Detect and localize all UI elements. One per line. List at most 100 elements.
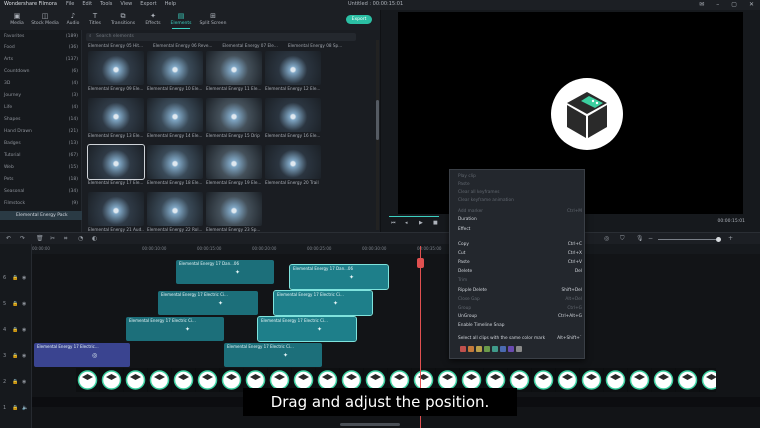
track-header[interactable]: 3 🔒 ◉ <box>0 344 32 370</box>
undo-icon[interactable]: ↶ <box>6 235 11 242</box>
element-thumbnail[interactable]: Elemental Energy 17 Ele... <box>87 144 145 189</box>
render-icon[interactable]: ◎ <box>604 235 609 242</box>
timeline-ruler[interactable]: 00:00:00 00:00:10:00 00:00:15:00 00:00:2… <box>32 244 760 254</box>
speed-icon[interactable]: ◔ <box>78 235 83 242</box>
maximize-icon[interactable]: ▢ <box>731 1 737 8</box>
element-thumbnail[interactable]: Elemental Energy 19 Ele... <box>206 145 262 189</box>
timeline-clip[interactable]: Elemental Energy 17 Electric Ci... ✦ <box>158 291 258 315</box>
element-thumbnail[interactable]: Elemental Energy 09 Ele... <box>88 51 144 95</box>
color-mark-swatch[interactable] <box>476 346 482 352</box>
timeline-clip[interactable]: Elemental Energy 17 Electric Ci... ✦ <box>257 316 357 342</box>
sidebar-item-selected[interactable]: Elemental Energy Pack <box>0 211 82 220</box>
sidebar-item[interactable]: Web (15) <box>4 163 78 172</box>
sidebar-item[interactable]: Seasonal (34) <box>4 187 78 196</box>
menu-tools[interactable]: Tools <box>100 1 112 7</box>
zoom-slider-handle[interactable] <box>716 237 721 242</box>
tab-titles[interactable]: T Titles <box>80 12 110 29</box>
color-mark-swatch[interactable] <box>492 346 498 352</box>
context-menu-item[interactable]: Enable Timeline Snap <box>458 322 582 330</box>
eye-icon[interactable]: ◉ <box>22 353 26 359</box>
context-menu-item[interactable]: Clear keyframe animation <box>458 197 582 205</box>
element-thumbnail[interactable]: Elemental Energy 18 Ele... <box>147 145 203 189</box>
redo-icon[interactable]: ↷ <box>20 235 25 242</box>
context-menu-item[interactable]: Ripple Delete Shift+Del <box>458 287 582 295</box>
sidebar-item[interactable]: Hand Drawn (21) <box>4 127 78 136</box>
element-thumbnail[interactable]: Elemental Energy 15 Drip <box>206 98 262 142</box>
tab-elements[interactable]: ▤ Elements <box>166 12 196 29</box>
library-scrollbar[interactable] <box>376 40 379 230</box>
element-thumbnail[interactable]: Elemental Energy 13 Ele... <box>88 98 144 142</box>
sidebar-item[interactable]: Shapes (14) <box>4 115 78 124</box>
speaker-icon[interactable]: 🔈 <box>22 405 28 411</box>
context-menu-item[interactable]: Close Gap Alt+Del <box>458 296 582 304</box>
element-thumbnail[interactable]: Elemental Energy 23 Sp... <box>206 192 262 236</box>
lock-icon[interactable]: 🔒 <box>12 353 18 359</box>
zoom-out-icon[interactable]: − <box>648 235 653 242</box>
element-thumbnail[interactable]: Elemental Energy 11 Ele... <box>206 51 262 95</box>
lock-icon[interactable]: 🔒 <box>12 301 18 307</box>
context-menu-item[interactable]: Cut Ctrl+X <box>458 250 582 258</box>
sidebar-item[interactable]: Food (36) <box>4 43 78 52</box>
track-header[interactable]: 5 🔒 ◉ <box>0 292 32 318</box>
element-thumbnail[interactable]: Elemental Energy 10 Ele... <box>147 51 203 95</box>
menu-help[interactable]: Help <box>165 1 176 7</box>
track-header[interactable]: 1 🔒 🔈 <box>0 396 32 422</box>
context-menu-item[interactable]: Paste <box>458 181 582 189</box>
timeline-clip[interactable]: Elemental Energy 17 Dan...06 ✦ <box>176 260 274 284</box>
element-thumbnail[interactable]: Elemental Energy 16 Ele... <box>265 98 321 142</box>
close-icon[interactable]: ✕ <box>749 1 754 8</box>
stop-icon[interactable]: ■ <box>433 220 438 226</box>
context-menu-item[interactable]: Duration <box>458 216 582 224</box>
export-button[interactable]: Export <box>346 15 372 24</box>
sidebar-item[interactable]: Badges (13) <box>4 139 78 148</box>
sidebar-item[interactable]: Pets (18) <box>4 175 78 184</box>
timeline-clip[interactable]: Elemental Energy 17 Electric Ci... ✦ <box>224 343 322 367</box>
element-thumbnail[interactable]: Elemental Energy 14 Ele... <box>147 98 203 142</box>
sidebar-item[interactable]: Filmstock (9) <box>4 199 78 208</box>
search-input[interactable]: ⌕ Search elements <box>86 33 356 41</box>
context-menu-item[interactable]: Effect <box>458 226 582 234</box>
track-header[interactable]: 6 🔒 ◉ <box>0 266 32 292</box>
lock-icon[interactable]: 🔒 <box>12 275 18 281</box>
context-menu-item[interactable]: Paste Ctrl+V <box>458 259 582 267</box>
eye-icon[interactable]: ◉ <box>22 327 26 333</box>
color-icon[interactable]: ◐ <box>92 235 97 242</box>
context-menu-item[interactable]: UnGroup Ctrl+Alt+G <box>458 313 582 321</box>
sidebar-item[interactable]: 3D (4) <box>4 79 78 88</box>
element-thumbnail[interactable]: Elemental Energy 12 Ele... <box>265 51 321 95</box>
context-menu-item[interactable]: Play clip <box>458 173 582 181</box>
context-menu-item[interactable]: Delete Del <box>458 268 582 276</box>
play-icon[interactable]: ▶ <box>419 220 423 226</box>
color-mark-swatch[interactable] <box>484 346 490 352</box>
eye-icon[interactable]: ◉ <box>22 301 26 307</box>
eye-icon[interactable]: ◉ <box>22 379 26 385</box>
context-menu-item[interactable]: Select all clips with the same color mar… <box>458 335 582 343</box>
track-header[interactable]: 2 🔒 ◉ <box>0 370 32 396</box>
sidebar-item[interactable]: Life (4) <box>4 103 78 112</box>
sidebar-item[interactable]: Journey (3) <box>4 91 78 100</box>
color-mark-swatch[interactable] <box>500 346 506 352</box>
menu-file[interactable]: File <box>66 1 74 7</box>
sidebar-item[interactable]: Countdown (6) <box>4 67 78 76</box>
timeline-clip[interactable]: Elemental Energy 17 Dan...06 ✦ <box>289 264 389 290</box>
timeline-clip-purple[interactable]: Elemental Energy 17 Electric... ◎ <box>34 343 130 367</box>
prev-frame-icon[interactable]: ⏮ <box>391 220 396 226</box>
track-header[interactable]: 4 🔒 ◉ <box>0 318 32 344</box>
element-thumbnail[interactable]: Elemental Energy 20 Trail <box>265 145 321 189</box>
element-thumbnail[interactable]: Elemental Energy 21 Aud... <box>88 192 144 236</box>
timeline-scrollbar[interactable] <box>340 423 400 426</box>
tab-stock-media[interactable]: ◫ Stock Media <box>30 12 60 29</box>
sidebar-item[interactable]: Tutorial (67) <box>4 151 78 160</box>
lock-icon[interactable]: 🔒 <box>12 405 18 411</box>
color-mark-swatch[interactable] <box>508 346 514 352</box>
menu-view[interactable]: View <box>120 1 132 7</box>
context-menu-item[interactable]: Trim <box>458 277 582 285</box>
color-mark-swatch[interactable] <box>468 346 474 352</box>
cut-icon[interactable]: ✂ <box>50 235 55 242</box>
timeline-clip[interactable]: Elemental Energy 17 Electric Ci... ✦ <box>126 317 224 341</box>
tab-split-screen[interactable]: ⊞ Split Screen <box>198 12 228 29</box>
tab-effects[interactable]: ✦ Effects <box>138 12 168 29</box>
minimize-icon[interactable]: – <box>716 1 719 8</box>
lock-icon[interactable]: 🔒 <box>12 327 18 333</box>
preview-progress[interactable] <box>389 216 439 217</box>
